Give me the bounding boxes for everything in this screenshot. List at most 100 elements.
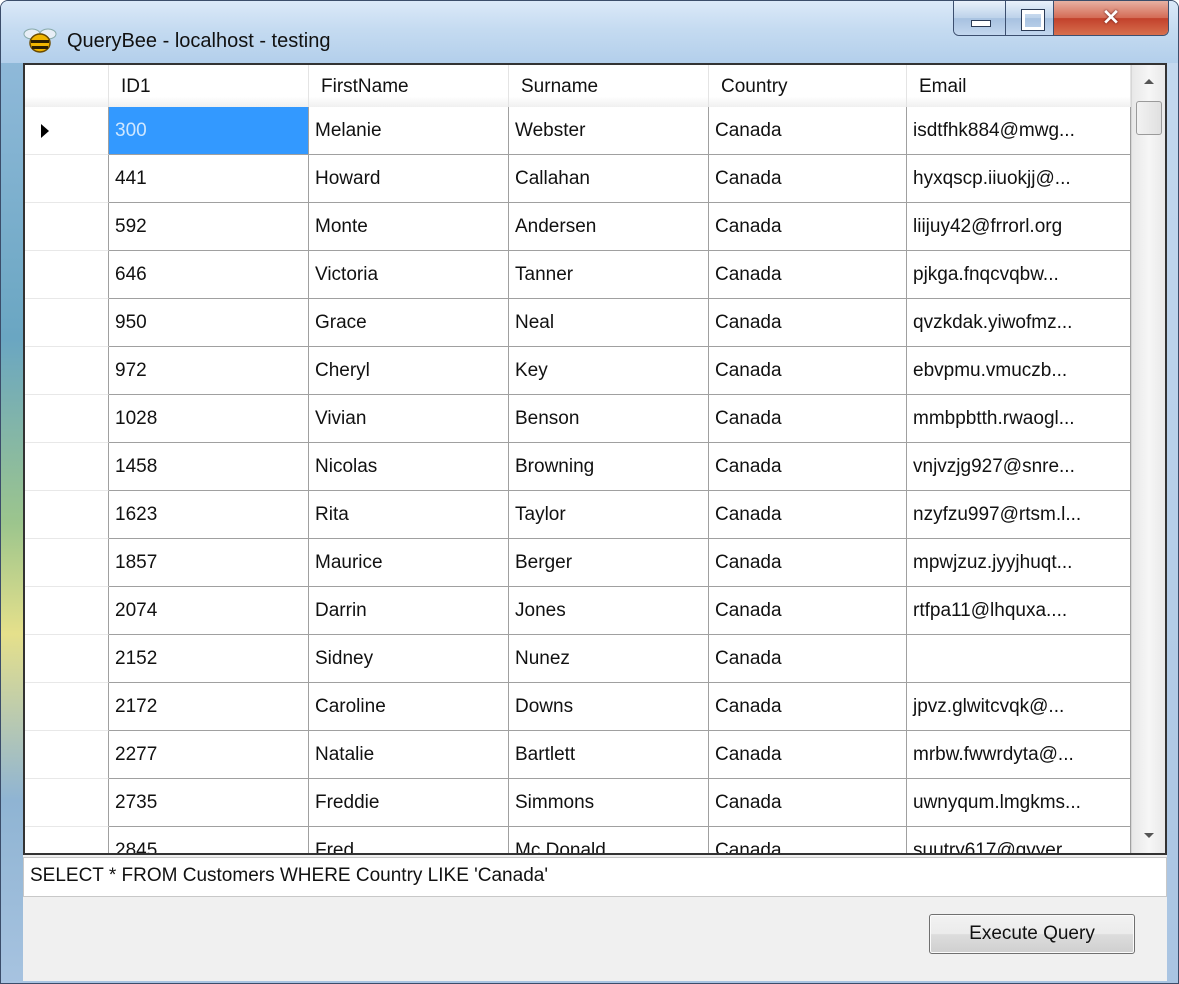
cell-email[interactable]: mmbpbtth.rwaogl... xyxy=(907,395,1131,443)
cell-id1[interactable]: 1458 xyxy=(109,443,309,491)
cell-email[interactable]: liijuy42@frrorl.org xyxy=(907,203,1131,251)
cell-surname[interactable]: Bartlett xyxy=(509,731,709,779)
table-row[interactable]: 1458 Nicolas Browning Canada vnjvzjg927@snre… xyxy=(25,443,1131,491)
row-header[interactable] xyxy=(25,635,109,683)
cell-firstname[interactable]: Freddie xyxy=(309,779,509,827)
cell-email[interactable]: mrbw.fwwrdyta@... xyxy=(907,731,1131,779)
cell-email[interactable]: nzyfzu997@rtsm.l... xyxy=(907,491,1131,539)
row-header[interactable] xyxy=(25,155,109,203)
cell-email[interactable]: uwnyqum.lmgkms... xyxy=(907,779,1131,827)
scrollbar-thumb[interactable] xyxy=(1136,101,1162,135)
row-header[interactable] xyxy=(25,443,109,491)
table-row[interactable]: 2277 Natalie Bartlett Canada mrbw.fwwrdyta@.… xyxy=(25,731,1131,779)
table-row[interactable]: 1623 Rita Taylor Canada nzyfzu997@rtsm.l... xyxy=(25,491,1131,539)
row-header[interactable] xyxy=(25,347,109,395)
cell-id1[interactable]: 1857 xyxy=(109,539,309,587)
cell-id1[interactable]: 2074 xyxy=(109,587,309,635)
cell-surname[interactable]: Taylor xyxy=(509,491,709,539)
column-header-country[interactable]: Country xyxy=(709,65,907,107)
table-row[interactable]: 950 Grace Neal Canada qvzkdak.yiwofmz... xyxy=(25,299,1131,347)
cell-email[interactable]: isdtfhk884@mwg... xyxy=(907,107,1131,155)
cell-firstname[interactable]: Melanie xyxy=(309,107,509,155)
table-row[interactable]: 2152 Sidney Nunez Canada xyxy=(25,635,1131,683)
cell-id1[interactable]: 1028 xyxy=(109,395,309,443)
cell-firstname[interactable]: Maurice xyxy=(309,539,509,587)
cell-country[interactable]: Canada xyxy=(709,731,907,779)
table-row[interactable]: 972 Cheryl Key Canada ebvpmu.vmuczb... xyxy=(25,347,1131,395)
row-header[interactable] xyxy=(25,107,109,155)
table-row[interactable]: 441 Howard Callahan Canada hyxqscp.iiuokjj@.… xyxy=(25,155,1131,203)
cell-email[interactable]: ebvpmu.vmuczb... xyxy=(907,347,1131,395)
cell-firstname[interactable]: Rita xyxy=(309,491,509,539)
scroll-down-button[interactable] xyxy=(1132,819,1165,853)
cell-id1[interactable]: 1623 xyxy=(109,491,309,539)
cell-id1[interactable]: 441 xyxy=(109,155,309,203)
cell-email[interactable]: hyxqscp.iiuokjj@... xyxy=(907,155,1131,203)
maximize-button[interactable] xyxy=(1006,1,1054,35)
cell-country[interactable]: Canada xyxy=(709,443,907,491)
cell-surname[interactable]: Downs xyxy=(509,683,709,731)
table-row[interactable]: 2074 Darrin Jones Canada rtfpa11@lhquxa.... xyxy=(25,587,1131,635)
column-header-surname[interactable]: Surname xyxy=(509,65,709,107)
column-header-id1[interactable]: ID1 xyxy=(109,65,309,107)
cell-firstname[interactable]: Fred xyxy=(309,827,509,853)
minimize-button[interactable] xyxy=(954,1,1006,35)
scroll-up-button[interactable] xyxy=(1132,65,1165,99)
cell-country[interactable]: Canada xyxy=(709,251,907,299)
cell-firstname[interactable]: Caroline xyxy=(309,683,509,731)
table-row[interactable]: 1857 Maurice Berger Canada mpwjzuz.jyyjhuqt.… xyxy=(25,539,1131,587)
table-row[interactable]: 2172 Caroline Downs Canada jpvz.glwitcvqk@..… xyxy=(25,683,1131,731)
cell-id1[interactable]: 2735 xyxy=(109,779,309,827)
bee-icon[interactable] xyxy=(23,25,57,55)
cell-firstname[interactable]: Cheryl xyxy=(309,347,509,395)
row-header[interactable] xyxy=(25,395,109,443)
cell-surname[interactable]: Browning xyxy=(509,443,709,491)
table-row[interactable]: 1028 Vivian Benson Canada mmbpbtth.rwaogl... xyxy=(25,395,1131,443)
title-bar[interactable]: QueryBee - localhost - testing × xyxy=(1,1,1178,63)
cell-surname[interactable]: Benson xyxy=(509,395,709,443)
top-left-header-cell[interactable] xyxy=(25,65,109,107)
cell-country[interactable]: Canada xyxy=(709,347,907,395)
row-header[interactable] xyxy=(25,731,109,779)
cell-country[interactable]: Canada xyxy=(709,203,907,251)
cell-email[interactable]: suutry617@gvyer... xyxy=(907,827,1131,853)
cell-country[interactable]: Canada xyxy=(709,779,907,827)
cell-email[interactable] xyxy=(907,635,1131,683)
cell-email[interactable]: qvzkdak.yiwofmz... xyxy=(907,299,1131,347)
cell-email[interactable]: vnjvzjg927@snre... xyxy=(907,443,1131,491)
cell-surname[interactable]: Webster xyxy=(509,107,709,155)
cell-country[interactable]: Canada xyxy=(709,683,907,731)
row-header[interactable] xyxy=(25,251,109,299)
cell-surname[interactable]: Callahan xyxy=(509,155,709,203)
row-header[interactable] xyxy=(25,779,109,827)
row-header[interactable] xyxy=(25,539,109,587)
cell-surname[interactable]: Nunez xyxy=(509,635,709,683)
cell-id1[interactable]: 2277 xyxy=(109,731,309,779)
cell-country[interactable]: Canada xyxy=(709,635,907,683)
cell-email[interactable]: pjkga.fnqcvqbw... xyxy=(907,251,1131,299)
cell-country[interactable]: Canada xyxy=(709,299,907,347)
table-row[interactable]: 2735 Freddie Simmons Canada uwnyqum.lmgkms..… xyxy=(25,779,1131,827)
table-row[interactable]: 300 Melanie Webster Canada isdtfhk884@mwg... xyxy=(25,107,1131,155)
column-header-email[interactable]: Email xyxy=(907,65,1131,107)
cell-surname[interactable]: Key xyxy=(509,347,709,395)
cell-email[interactable]: rtfpa11@lhquxa.... xyxy=(907,587,1131,635)
cell-firstname[interactable]: Victoria xyxy=(309,251,509,299)
cell-id1[interactable]: 592 xyxy=(109,203,309,251)
execute-query-button[interactable]: Execute Query xyxy=(929,914,1135,954)
vertical-scrollbar[interactable] xyxy=(1131,65,1165,853)
cell-id1[interactable]: 950 xyxy=(109,299,309,347)
cell-firstname[interactable]: Grace xyxy=(309,299,509,347)
close-button[interactable]: × xyxy=(1054,1,1168,35)
row-header[interactable] xyxy=(25,299,109,347)
cell-firstname[interactable]: Sidney xyxy=(309,635,509,683)
table-row[interactable]: 646 Victoria Tanner Canada pjkga.fnqcvqbw... xyxy=(25,251,1131,299)
cell-email[interactable]: mpwjzuz.jyyjhuqt... xyxy=(907,539,1131,587)
cell-firstname[interactable]: Vivian xyxy=(309,395,509,443)
cell-surname[interactable]: Berger xyxy=(509,539,709,587)
row-header[interactable] xyxy=(25,683,109,731)
cell-email[interactable]: jpvz.glwitcvqk@... xyxy=(907,683,1131,731)
row-header[interactable] xyxy=(25,203,109,251)
cell-id1[interactable]: 972 xyxy=(109,347,309,395)
cell-id1[interactable]: 2845 xyxy=(109,827,309,853)
